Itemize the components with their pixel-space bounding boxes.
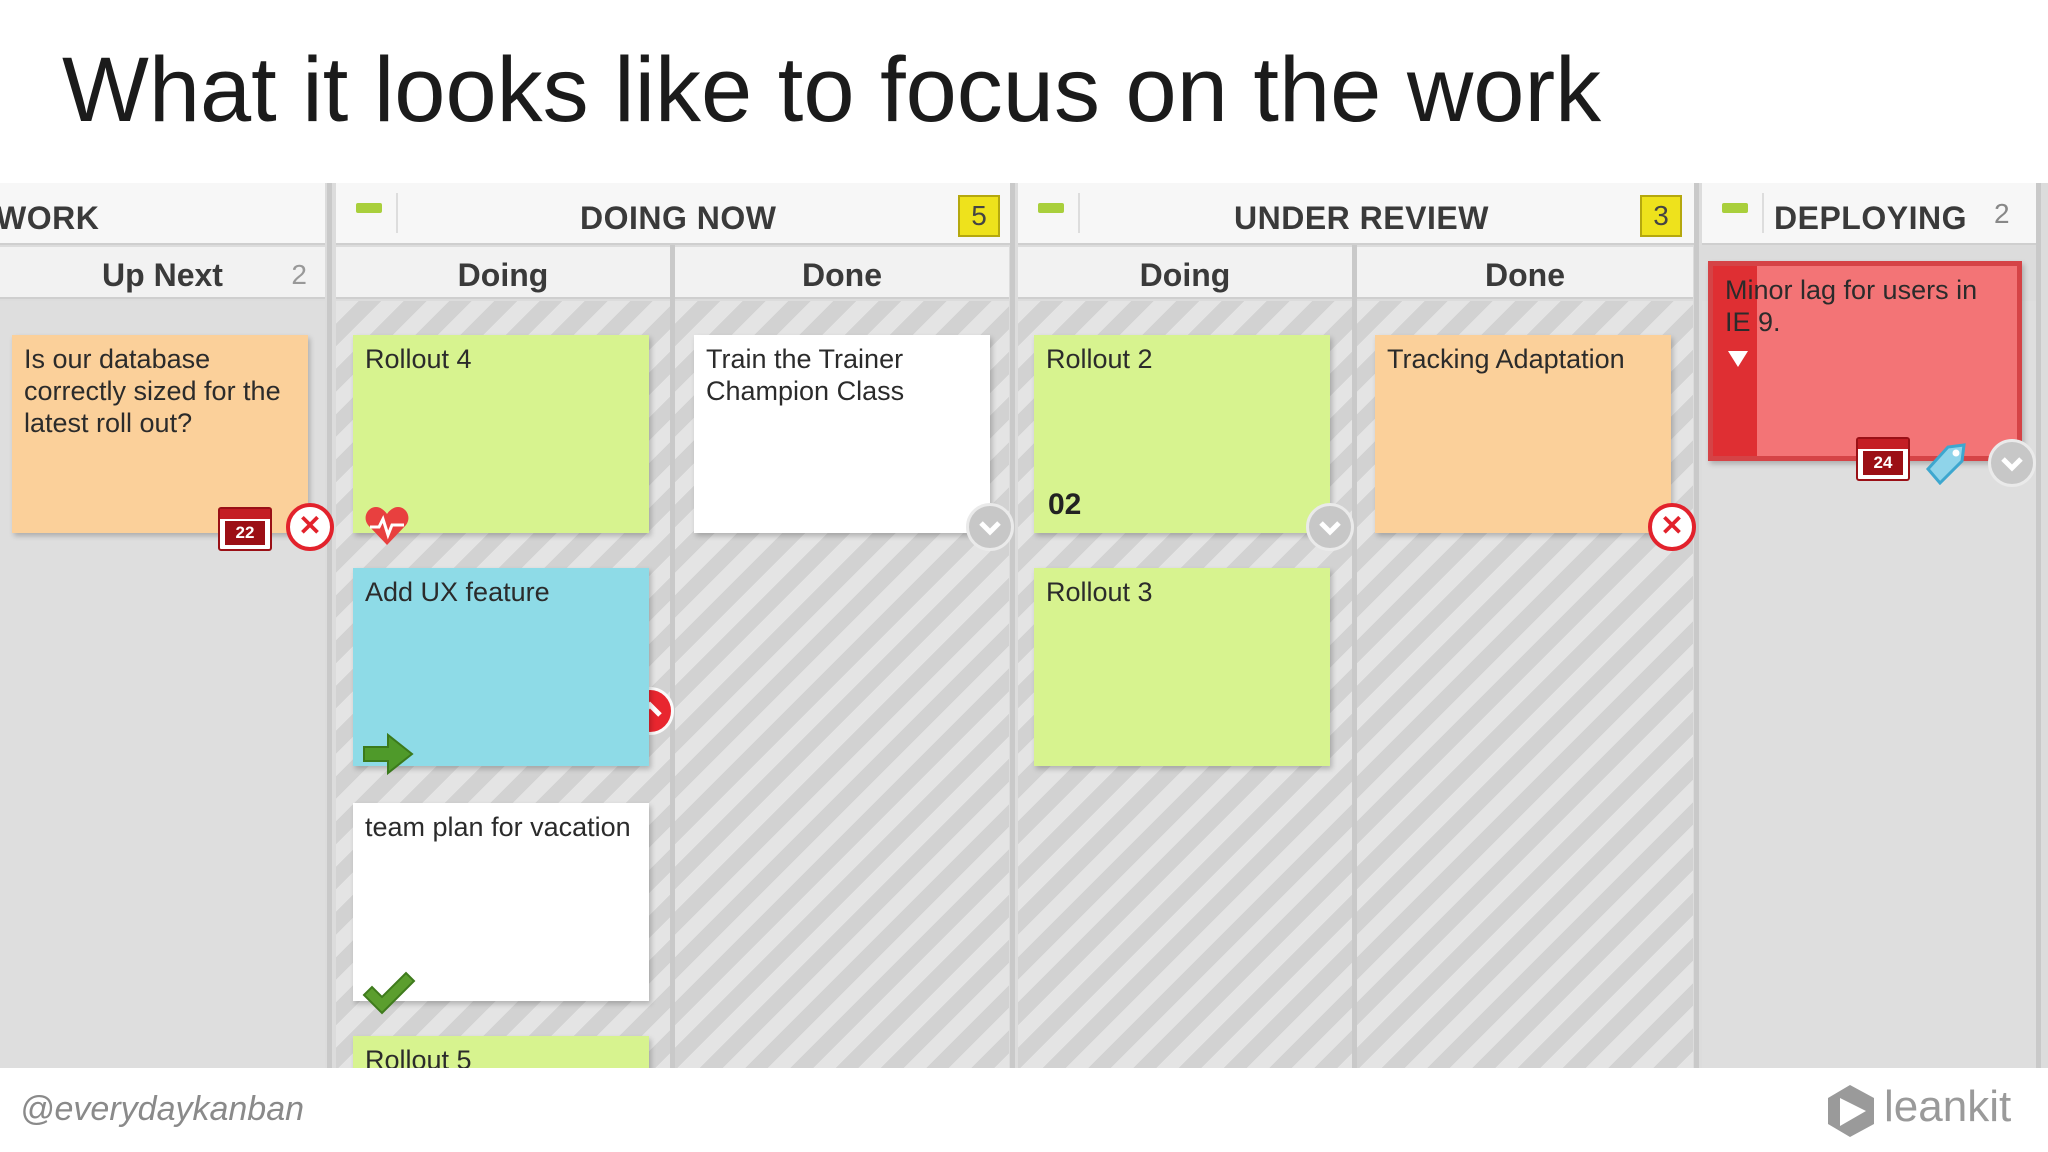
lane-separator: [2036, 183, 2041, 1068]
card-count: 2: [291, 259, 307, 290]
column-header-up-next[interactable]: Up Next 2: [0, 247, 325, 299]
card-tracking-adaptation[interactable]: Tracking Adaptation: [1375, 335, 1671, 533]
card-train-the-trainer[interactable]: Train the Trainer Champion Class: [694, 335, 990, 533]
card-count: 2: [1994, 198, 2010, 229]
header-divider: [396, 193, 398, 233]
calendar-header: [1858, 439, 1908, 449]
column-header-doing[interactable]: Doing: [1018, 247, 1352, 299]
lane-separator: [327, 183, 332, 1068]
card-rollout-5[interactable]: Rollout 5: [353, 1036, 649, 1068]
column-title: Done: [802, 257, 882, 293]
blocked-x-icon[interactable]: ✕: [286, 503, 334, 551]
chevron-down-icon[interactable]: [1306, 503, 1354, 551]
card-minor-lag-ie9[interactable]: Minor lag for users in IE 9.: [1708, 261, 2022, 461]
card-rollout-4[interactable]: Rollout 4: [353, 335, 649, 533]
lane-separator: [1694, 183, 1699, 1068]
column-header-doing[interactable]: Doing: [336, 247, 670, 299]
column-title: Doing: [1139, 257, 1231, 293]
lane-title: DEPLOYING: [1774, 200, 1967, 236]
caret-down-icon[interactable]: [1727, 350, 1749, 368]
lane-separator: [1010, 183, 1015, 1068]
column-title: Up Next: [102, 257, 223, 293]
card-number: 02: [1048, 488, 1082, 521]
leankit-logo-icon: [1828, 1085, 1874, 1137]
column-title: Done: [1485, 257, 1565, 293]
calendar-icon[interactable]: 22: [218, 507, 272, 551]
card-title: Rollout 4: [365, 344, 472, 374]
slide-title: What it looks like to focus on the work: [62, 39, 1602, 141]
chevron-down-icon[interactable]: [1988, 439, 2036, 487]
calendar-icon[interactable]: 24: [1856, 437, 1910, 481]
arrow-right-icon: [363, 732, 414, 776]
column-header-done[interactable]: Done: [1357, 247, 1693, 299]
card-title: Rollout 2: [1046, 344, 1153, 374]
lane-title: WORK: [0, 200, 100, 236]
heart-icon: [365, 507, 409, 545]
slide-footer: @everydaykanban leankit: [0, 1068, 2048, 1152]
card-title: team plan for vacation: [365, 812, 631, 842]
kanban-board: WORK DOING NOW 5 UNDER REVIEW 3 DEPLOYIN…: [0, 183, 2048, 1068]
header-divider: [1078, 193, 1080, 233]
card-title: Rollout 5: [365, 1045, 472, 1068]
card-database[interactable]: Is our database correctly sized for the …: [12, 335, 308, 533]
due-date: 24: [1863, 451, 1903, 475]
column-header-done[interactable]: Done: [675, 247, 1009, 299]
card-title: Add UX feature: [365, 577, 550, 607]
card-rollout-3[interactable]: Rollout 3: [1034, 568, 1330, 766]
collapse-lane-icon[interactable]: [356, 203, 382, 213]
lane-title: UNDER REVIEW: [1234, 200, 1489, 236]
collapse-lane-icon[interactable]: [1722, 203, 1748, 213]
wip-limit-badge: 5: [958, 195, 1000, 237]
blocked-x-icon[interactable]: ✕: [1648, 503, 1696, 551]
card-title: Rollout 3: [1046, 577, 1153, 607]
header-divider: [1762, 193, 1764, 233]
chevron-down-icon[interactable]: [966, 503, 1014, 551]
lane-header-doing-now[interactable]: DOING NOW 5: [336, 183, 1010, 245]
collapse-lane-icon[interactable]: [1038, 203, 1064, 213]
calendar-header: [220, 509, 270, 519]
lane-header-deploying[interactable]: DEPLOYING 2: [1702, 183, 2036, 245]
lane-header-under-review[interactable]: UNDER REVIEW 3: [1018, 183, 1694, 245]
brand-name: leankit: [1884, 1082, 2012, 1131]
card-title: Is our database correctly sized for the …: [24, 344, 281, 438]
card-title: Minor lag for users in IE 9.: [1725, 275, 1978, 337]
due-date: 22: [225, 521, 265, 545]
column-separator: [1352, 183, 1357, 1068]
wip-limit-badge: 3: [1640, 195, 1682, 237]
column-separator: [670, 183, 675, 1068]
tag-icon[interactable]: [1924, 441, 1968, 485]
lane-title: DOING NOW: [580, 200, 777, 236]
card-title: Train the Trainer Champion Class: [706, 344, 905, 406]
lane-header-work[interactable]: WORK: [0, 183, 325, 245]
checkmark-icon: [362, 971, 416, 1015]
card-rollout-2[interactable]: Rollout 2 02: [1034, 335, 1330, 533]
card-title: Tracking Adaptation: [1387, 344, 1625, 374]
twitter-handle: @everydaykanban: [20, 1090, 305, 1128]
column-title: Doing: [457, 257, 549, 293]
